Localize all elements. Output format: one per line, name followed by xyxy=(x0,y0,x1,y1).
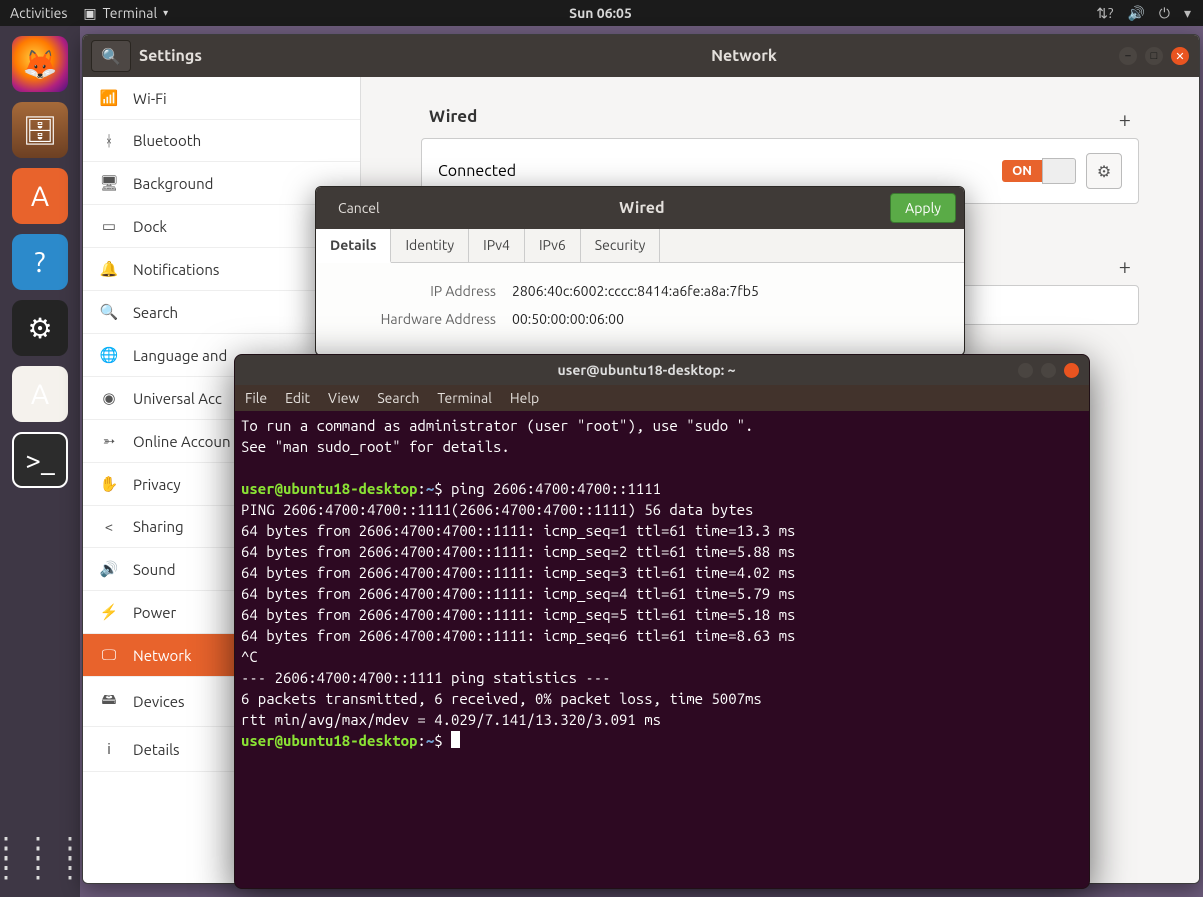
settings-titlebar: 🔍 Settings Network – □ ✕ xyxy=(83,35,1199,77)
dock-software-icon[interactable]: A xyxy=(12,168,68,224)
menu-file[interactable]: File xyxy=(245,390,267,406)
dock-terminal-icon[interactable]: >_ xyxy=(12,432,68,488)
menu-terminal[interactable]: Terminal xyxy=(437,390,492,406)
close-icon[interactable]: ✕ xyxy=(1171,47,1189,65)
app-menu[interactable]: ▣ Terminal ▾ xyxy=(83,5,168,22)
minimize-icon[interactable] xyxy=(1018,363,1033,378)
sidebar-item-label: Universal Acc xyxy=(133,390,222,407)
apply-button[interactable]: Apply xyxy=(890,193,956,223)
dock-firefox-icon[interactable]: 🦊 xyxy=(12,36,68,92)
sidebar-item-icon: 🖥 xyxy=(99,174,119,192)
sidebar-item-icon: 🔍 xyxy=(99,303,119,321)
sidebar-item-icon: ➳ xyxy=(99,432,119,450)
sidebar-item-icon: 🌐 xyxy=(99,346,119,364)
sidebar-item-label: Network xyxy=(133,647,192,664)
settings-app-title: Settings xyxy=(139,47,369,65)
terminal-icon: ▣ xyxy=(83,5,96,22)
wired-section-title: Wired xyxy=(429,107,477,132)
app-menu-label: Terminal xyxy=(103,5,158,21)
sidebar-item-icon: ▭ xyxy=(99,217,119,235)
close-icon[interactable] xyxy=(1064,363,1079,378)
wired-tabs: DetailsIdentityIPv4IPv6Security xyxy=(316,229,964,263)
wired-toggle[interactable]: ON xyxy=(1002,158,1076,184)
terminal-title: user@ubuntu18-desktop: ~ xyxy=(275,362,1018,378)
menu-view[interactable]: View xyxy=(328,390,359,406)
show-applications-icon[interactable]: ⋮⋮⋮⋮⋮⋮⋮⋮⋮ xyxy=(0,843,88,873)
tab-ipv4[interactable]: IPv4 xyxy=(469,229,525,262)
hw-address-label: Hardware Address xyxy=(336,311,496,327)
tab-details[interactable]: Details xyxy=(316,229,391,263)
settings-page-title: Network xyxy=(369,47,1119,65)
sidebar-item-label: Bluetooth xyxy=(133,132,201,149)
wired-details-panel: IP Address 2806:40c:6002:cccc:8414:a6fe:… xyxy=(316,263,964,347)
sidebar-item-label: Devices xyxy=(133,693,185,710)
dock: 🦊 🗄 A ? ⚙ A >_ ⋮⋮⋮⋮⋮⋮⋮⋮⋮ xyxy=(0,26,80,897)
dock-help-icon[interactable]: ? xyxy=(12,234,68,290)
hw-address-value: 00:50:00:00:06:00 xyxy=(512,311,624,327)
sidebar-item-icon: 🔊 xyxy=(99,560,119,578)
sidebar-item-icon: 🔔 xyxy=(99,260,119,278)
sidebar-item-label: Wi-Fi xyxy=(133,90,167,107)
tab-security[interactable]: Security xyxy=(581,229,661,262)
sidebar-item-bluetooth[interactable]: ᚼ Bluetooth xyxy=(83,120,360,162)
terminal-window: user@ubuntu18-desktop: ~ File Edit View Sea… xyxy=(234,354,1090,889)
terminal-output[interactable]: To run a command as administrator (user … xyxy=(235,411,1089,888)
sidebar-item-icon: < xyxy=(99,518,119,535)
wired-status-label: Connected xyxy=(438,162,516,180)
chevron-down-icon[interactable]: ▾ xyxy=(1184,5,1191,22)
sidebar-item-label: Search xyxy=(133,304,178,321)
clock[interactable]: Sun 06:05 xyxy=(404,5,798,21)
minimize-icon[interactable]: – xyxy=(1119,47,1137,65)
menu-edit[interactable]: Edit xyxy=(285,390,310,406)
add-vpn-button[interactable]: + xyxy=(1119,254,1131,279)
maximize-icon[interactable] xyxy=(1041,363,1056,378)
ip-address-label: IP Address xyxy=(336,283,496,299)
sidebar-item-label: Notifications xyxy=(133,261,219,278)
dock-updater-icon[interactable]: A xyxy=(12,366,68,422)
ip-address-value: 2806:40c:6002:cccc:8414:a6fe:a8a:7fb5 xyxy=(512,283,759,299)
add-connection-button[interactable]: + xyxy=(1119,107,1131,132)
sidebar-item-label: Dock xyxy=(133,218,167,235)
wired-toggle-label: ON xyxy=(1002,160,1042,182)
sidebar-item-icon: ᚼ xyxy=(99,132,119,149)
tab-ipv6[interactable]: IPv6 xyxy=(525,229,581,262)
sidebar-item-icon: ⚡ xyxy=(99,603,119,621)
sidebar-item-icon: 🖴 xyxy=(99,689,119,714)
search-icon: 🔍 xyxy=(101,47,121,66)
sidebar-item-label: Online Accoun xyxy=(133,433,231,450)
power-icon[interactable]: ⏻ xyxy=(1159,5,1170,22)
tab-identity[interactable]: Identity xyxy=(391,229,469,262)
sidebar-item-label: Privacy xyxy=(133,476,181,493)
top-panel: Activities ▣ Terminal ▾ Sun 06:05 ⇅? 🔊 ⏻… xyxy=(0,0,1203,26)
search-button[interactable]: 🔍 xyxy=(91,40,131,72)
cancel-button[interactable]: Cancel xyxy=(324,194,394,222)
sidebar-item-icon: ✋ xyxy=(99,475,119,493)
sidebar-item-label: Details xyxy=(133,741,180,758)
sidebar-item-icon: ◉ xyxy=(99,389,119,407)
network-indicator-icon[interactable]: ⇅? xyxy=(1096,5,1113,22)
terminal-menubar: File Edit View Search Terminal Help xyxy=(235,385,1089,411)
wired-toggle-knob xyxy=(1042,158,1076,184)
gear-icon: ⚙ xyxy=(1097,162,1111,181)
menu-search[interactable]: Search xyxy=(377,390,419,406)
wired-settings-button[interactable]: ⚙ xyxy=(1086,153,1122,189)
sidebar-item-wi-fi[interactable]: 📶 Wi-Fi xyxy=(83,77,360,120)
sidebar-item-icon: ℹ xyxy=(99,739,119,759)
wired-dialog-title: Wired xyxy=(402,199,882,217)
maximize-icon[interactable]: □ xyxy=(1145,47,1163,65)
dock-files-icon[interactable]: 🗄 xyxy=(12,102,68,158)
volume-icon[interactable]: 🔊 xyxy=(1127,5,1144,22)
sidebar-item-label: Language and xyxy=(133,347,227,364)
menu-help[interactable]: Help xyxy=(510,390,539,406)
sidebar-item-label: Sound xyxy=(133,561,176,578)
sidebar-item-icon: 📶 xyxy=(99,89,119,107)
chevron-down-icon: ▾ xyxy=(163,7,168,19)
sidebar-item-label: Sharing xyxy=(133,518,184,535)
sidebar-item-icon: 🖵 xyxy=(99,646,119,664)
sidebar-item-label: Power xyxy=(133,604,176,621)
wired-dialog: Cancel Wired Apply DetailsIdentityIPv4IP… xyxy=(315,186,965,356)
activities-button[interactable]: Activities xyxy=(10,5,67,21)
sidebar-item-label: Background xyxy=(133,175,213,192)
dock-settings-icon[interactable]: ⚙ xyxy=(12,300,68,356)
